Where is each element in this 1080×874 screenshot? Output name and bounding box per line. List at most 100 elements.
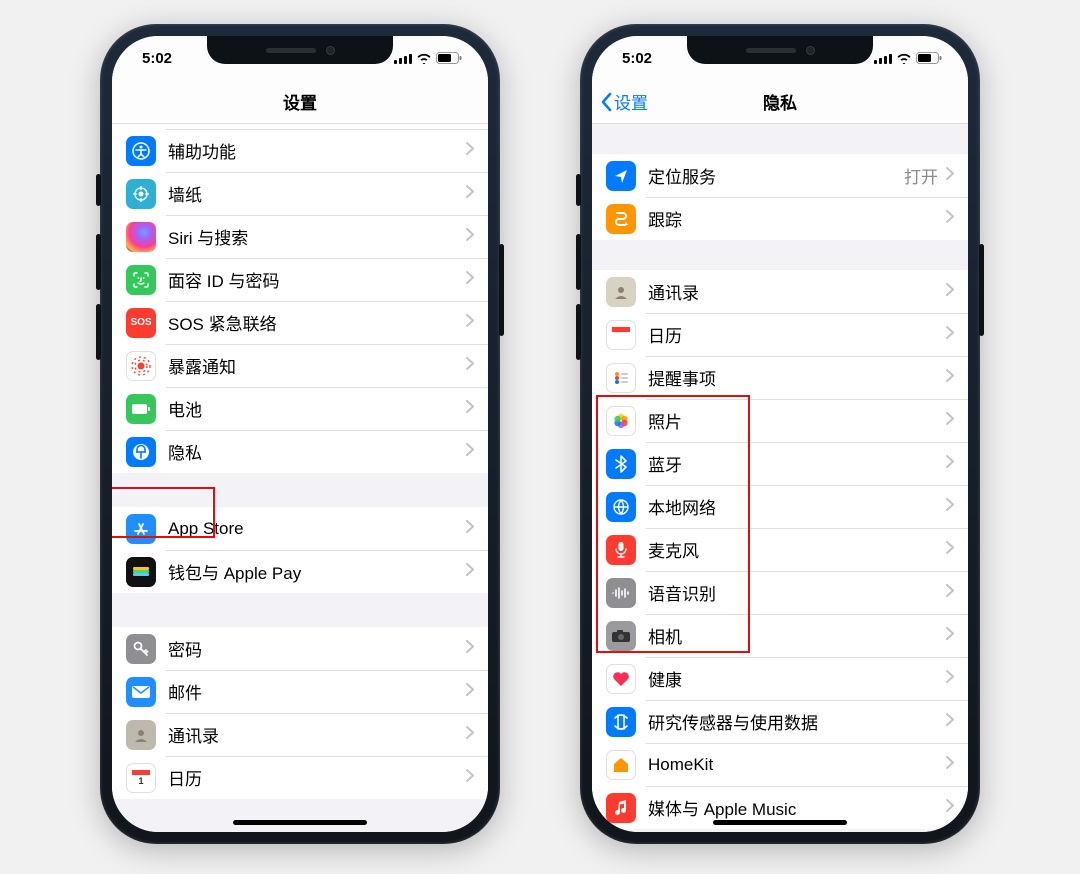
row-camera[interactable]: 相机	[592, 614, 968, 657]
chevron-right-icon	[466, 443, 474, 461]
settings-content[interactable]: 主屏幕 辅助功能	[112, 124, 488, 832]
row-label: 本地网络	[648, 494, 938, 519]
row-label: 媒体与 Apple Music	[648, 795, 938, 820]
back-button[interactable]: 设置	[600, 89, 648, 114]
row-passwords[interactable]: 密码	[112, 627, 488, 670]
chevron-right-icon	[466, 314, 474, 332]
chevron-right-icon	[466, 271, 474, 289]
wallet-icon	[126, 557, 156, 587]
row-homekit[interactable]: HomeKit	[592, 743, 968, 786]
settings-section: App Store 钱包与 Apple Pay	[112, 507, 488, 593]
chevron-right-icon	[466, 683, 474, 701]
privacy-section: 定位服务 打开 跟踪	[592, 154, 968, 240]
row-label: 暴露通知	[168, 353, 458, 378]
home-indicator[interactable]	[233, 820, 367, 825]
row-label: 相机	[648, 623, 938, 648]
row-appstore[interactable]: App Store	[112, 507, 488, 550]
accessibility-icon	[126, 136, 156, 166]
row-calendar[interactable]: 日历	[592, 313, 968, 356]
chevron-right-icon	[466, 726, 474, 744]
reminders-icon	[606, 363, 636, 393]
chevron-right-icon	[466, 357, 474, 375]
chevron-right-icon	[946, 584, 954, 602]
settings-section: 密码 邮件	[112, 627, 488, 799]
chevron-right-icon	[946, 455, 954, 473]
row-label: 面容 ID 与密码	[168, 267, 458, 292]
row-localnet[interactable]: 本地网络	[592, 485, 968, 528]
row-label: 跟踪	[648, 206, 938, 231]
row-wallpaper[interactable]: 墙纸	[112, 172, 488, 215]
row-health[interactable]: 健康	[592, 657, 968, 700]
row-label: 健康	[648, 666, 938, 691]
row-label: 麦克风	[648, 537, 938, 562]
row-speech[interactable]: 语音识别	[592, 571, 968, 614]
row-tracking[interactable]: 跟踪	[592, 197, 968, 240]
row-calendar[interactable]: 1 日历	[112, 756, 488, 799]
cellular-icon	[874, 53, 892, 64]
row-label: 通讯录	[648, 279, 938, 304]
row-reminders[interactable]: 提醒事项	[592, 356, 968, 399]
row-label: Siri 与搜索	[168, 224, 458, 249]
row-microphone[interactable]: 麦克风	[592, 528, 968, 571]
back-label: 设置	[614, 89, 648, 114]
row-label: 通讯录	[168, 722, 458, 747]
status-time: 5:02	[142, 50, 172, 67]
row-bluetooth[interactable]: 蓝牙	[592, 442, 968, 485]
nav-bar: 设置	[112, 80, 488, 124]
svg-text:1: 1	[138, 776, 143, 786]
calendar-icon: 1	[126, 763, 156, 793]
row-faceid[interactable]: 面容 ID 与密码	[112, 258, 488, 301]
chevron-right-icon	[946, 756, 954, 774]
privacy-section: 通讯录 日历	[592, 270, 968, 829]
row-label: 日历	[648, 322, 938, 347]
row-photos[interactable]: 照片	[592, 399, 968, 442]
row-siri[interactable]: Siri 与搜索	[112, 215, 488, 258]
chevron-right-icon	[466, 400, 474, 418]
row-location[interactable]: 定位服务 打开	[592, 154, 968, 197]
row-label: 照片	[648, 408, 938, 433]
row-value: 打开	[904, 163, 938, 188]
mail-icon	[126, 677, 156, 707]
row-label: HomeKit	[648, 755, 938, 775]
settings-section: 主屏幕 辅助功能	[112, 124, 488, 473]
nav-bar: 设置 隐私	[592, 80, 968, 124]
bluetooth-icon	[606, 449, 636, 479]
localnet-icon	[606, 492, 636, 522]
chevron-right-icon	[466, 769, 474, 787]
contacts-icon	[606, 277, 636, 307]
row-sensor[interactable]: 研究传感器与使用数据	[592, 700, 968, 743]
row-wallet[interactable]: 钱包与 Apple Pay	[112, 550, 488, 593]
row-label: 定位服务	[648, 163, 896, 188]
row-battery[interactable]: 电池	[112, 387, 488, 430]
notch	[687, 36, 873, 64]
nav-title: 设置	[283, 89, 317, 114]
row-label: 蓝牙	[648, 451, 938, 476]
home-indicator[interactable]	[713, 820, 847, 825]
photos-icon	[606, 406, 636, 436]
phone-settings: 5:02 设置	[100, 24, 500, 844]
row-sos[interactable]: SOS SOS 紧急联络	[112, 301, 488, 344]
row-mail[interactable]: 邮件	[112, 670, 488, 713]
cellular-icon	[394, 53, 412, 64]
chevron-right-icon	[946, 167, 954, 185]
row-label: App Store	[168, 519, 458, 539]
row-contacts[interactable]: 通讯录	[112, 713, 488, 756]
row-label: 隐私	[168, 439, 458, 464]
privacy-content[interactable]: 定位服务 打开 跟踪	[592, 124, 968, 832]
row-label: 墙纸	[168, 181, 458, 206]
chevron-right-icon	[946, 210, 954, 228]
chevron-right-icon	[946, 799, 954, 817]
chevron-right-icon	[466, 640, 474, 658]
row-label: 辅助功能	[168, 138, 458, 163]
chevron-right-icon	[466, 185, 474, 203]
row-contacts[interactable]: 通讯录	[592, 270, 968, 313]
row-privacy[interactable]: 隐私	[112, 430, 488, 473]
faceid-icon	[126, 265, 156, 295]
row-exposure[interactable]: 暴露通知	[112, 344, 488, 387]
contacts-icon	[126, 720, 156, 750]
key-icon	[126, 634, 156, 664]
calendar-icon	[606, 320, 636, 350]
row-accessibility[interactable]: 辅助功能	[112, 129, 488, 172]
row-label: 钱包与 Apple Pay	[168, 559, 458, 584]
privacy-icon	[126, 437, 156, 467]
